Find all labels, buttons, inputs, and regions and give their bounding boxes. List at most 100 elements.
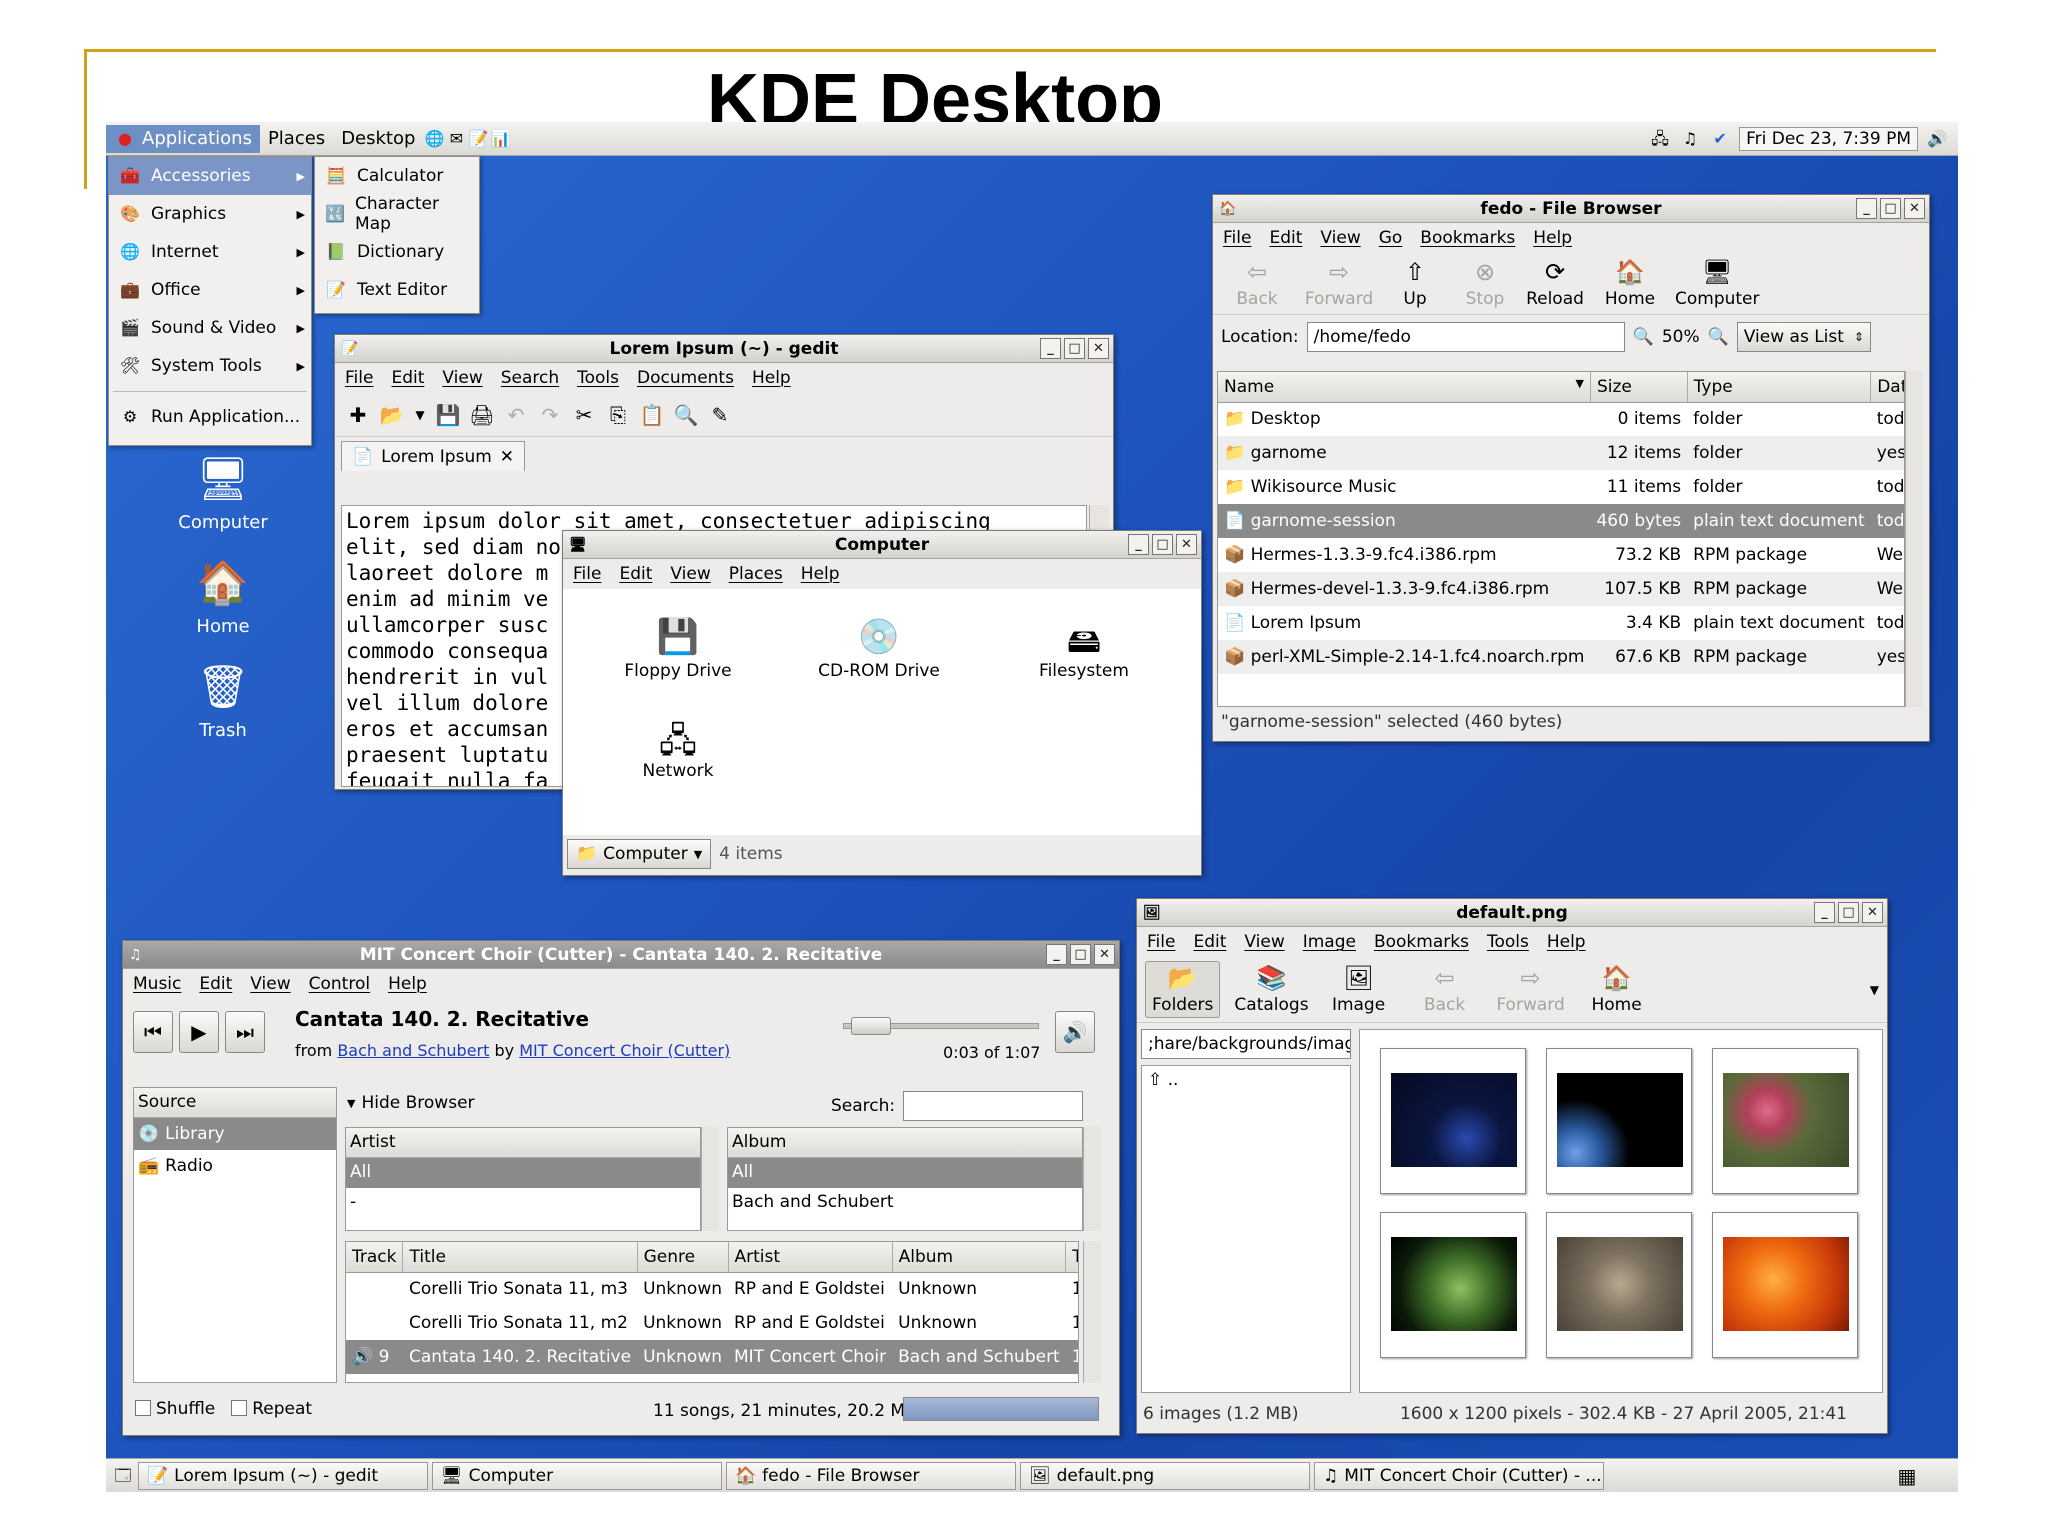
minimize-button[interactable]: _ [1040, 338, 1061, 359]
volume-button[interactable]: 🔊 [1055, 1011, 1095, 1053]
minimize-button[interactable]: _ [1128, 534, 1149, 555]
music-note-icon[interactable]: ♫ [1679, 128, 1701, 150]
cdrom-drive-item[interactable]: 💿 CD-ROM Drive [799, 617, 959, 681]
workspace-switcher-icon[interactable]: ▦ [1896, 1465, 1918, 1487]
close-button[interactable]: ✕ [1088, 338, 1109, 359]
zoom-level[interactable]: 50% [1662, 327, 1700, 347]
track-row[interactable]: Corelli Trio Sonata 11, m2 Unknown RP and … [346, 1306, 1078, 1340]
desktop-icon-trash[interactable]: 🗑 Trash [168, 660, 278, 741]
filesystem-item[interactable]: 🖴 Filesystem [1019, 617, 1149, 681]
source-header[interactable]: Source [134, 1088, 336, 1118]
maximize-button[interactable]: □ [1880, 198, 1901, 219]
location-combo[interactable]: 📁 Computer ▼ [567, 839, 712, 869]
document-tab[interactable]: 📄 Lorem Ipsum ✕ [341, 441, 526, 471]
column-name[interactable]: Name ▼ [1218, 372, 1591, 403]
menu-view[interactable]: View [442, 368, 482, 388]
file-row[interactable]: 📁 Wikisource Music11 itemsfoldertoday at… [1218, 470, 1904, 504]
close-button[interactable]: ✕ [1094, 944, 1115, 965]
close-tab-icon[interactable]: ✕ [500, 447, 514, 467]
menu-item-system-tools[interactable]: 🛠 System Tools ▶ [109, 347, 311, 385]
menu-documents[interactable]: Documents [637, 368, 734, 388]
print-icon[interactable]: 🖨 [467, 400, 497, 430]
file-row[interactable]: 📁 Desktop0 itemsfoldertoday at 6:4 [1218, 402, 1904, 436]
menu-view[interactable]: View [250, 974, 290, 994]
file-browser-titlebar[interactable]: 🏠 fedo - File Browser _ □ ✕ [1213, 195, 1929, 223]
task-image-viewer[interactable]: 🖼 default.png [1020, 1461, 1310, 1490]
file-row[interactable]: 📄 Lorem Ipsum 3.4 KB plain text document to… [1218, 606, 1904, 640]
menu-help[interactable]: Help [1533, 228, 1572, 248]
column-genre[interactable]: Genre [637, 1242, 729, 1273]
thumbnail[interactable] [1546, 1212, 1692, 1358]
thumbnail[interactable] [1712, 1212, 1858, 1358]
close-button[interactable]: ✕ [1904, 198, 1925, 219]
menu-help[interactable]: Help [801, 564, 840, 584]
desktop-icon-home[interactable]: 🏠 Home [168, 556, 278, 637]
home-button[interactable]: 🏠 Home [1581, 964, 1653, 1015]
music-player-titlebar[interactable]: ♫ MIT Concert Choir (Cutter) - Cantata 1… [123, 941, 1119, 969]
menu-tools[interactable]: Tools [1487, 932, 1529, 952]
copy-icon[interactable]: ⎘ [603, 400, 633, 430]
home-button[interactable]: 🏠 Home [1595, 258, 1665, 309]
web-browser-launcher-icon[interactable]: 🌐 [423, 128, 445, 150]
menu-go[interactable]: Go [1379, 228, 1403, 248]
play-button[interactable]: ▶ [179, 1011, 219, 1053]
image-viewer-titlebar[interactable]: 🖼 default.png _ □ ✕ [1137, 899, 1887, 927]
minimize-button[interactable]: _ [1856, 198, 1877, 219]
desktop-menu[interactable]: Desktop [333, 125, 423, 152]
menu-item-calculator[interactable]: 🧮 Calculator [315, 157, 479, 195]
previous-track-button[interactable]: ⏮ [133, 1011, 173, 1053]
album-row-selected[interactable]: All [728, 1158, 1082, 1188]
track-row-playing[interactable]: 🔊 9 Cantata 140. 2. Recitative Unknown MIT … [346, 1340, 1078, 1374]
folder-path-input[interactable]: ;hare/backgrounds/images [1141, 1029, 1351, 1059]
zoom-out-icon[interactable]: 🔍 [1633, 327, 1654, 347]
maximize-button[interactable]: □ [1064, 338, 1085, 359]
task-gedit[interactable]: 📝 Lorem Ipsum (~) - gedit [138, 1461, 428, 1490]
menu-file[interactable]: File [345, 368, 373, 388]
file-row[interactable]: 📦 Hermes-1.3.3-9.fc4.i386.rpm 73.2 KB RPM … [1218, 538, 1904, 572]
gedit-titlebar[interactable]: 📝 Lorem Ipsum (~) - gedit _ □ ✕ [335, 335, 1113, 363]
track-scrollbar[interactable] [1083, 1241, 1101, 1383]
column-album[interactable]: Album [892, 1242, 1067, 1273]
show-desktop-icon[interactable]: 🗔 [112, 1465, 134, 1487]
network-item[interactable]: 🖧 Network [613, 717, 743, 781]
album-link[interactable]: Bach and Schubert [337, 1041, 489, 1060]
menu-bookmarks[interactable]: Bookmarks [1374, 932, 1469, 952]
save-icon[interactable]: 💾 [433, 400, 463, 430]
menu-view[interactable]: View [1320, 228, 1360, 248]
menu-item-character-map[interactable]: 🔣 Character Map [315, 194, 479, 234]
toolbar-overflow-chevron-icon[interactable]: ▼ [1870, 983, 1879, 997]
menu-places[interactable]: Places [729, 564, 783, 584]
maximize-button[interactable]: □ [1838, 902, 1859, 923]
menu-edit[interactable]: Edit [1269, 228, 1302, 248]
column-title[interactable]: Title [402, 1242, 638, 1273]
menu-help[interactable]: Help [752, 368, 791, 388]
menu-control[interactable]: Control [309, 974, 370, 994]
stop-button[interactable]: ⊗ Stop [1455, 258, 1515, 309]
computer-button[interactable]: 🖥 Computer [1675, 258, 1760, 309]
up-button[interactable]: ⇧ Up [1385, 258, 1445, 309]
open-dropdown-icon[interactable]: ▼ [411, 400, 429, 430]
location-input[interactable]: /home/fedo [1306, 322, 1625, 352]
column-artist[interactable]: Artist [728, 1242, 893, 1273]
album-row[interactable]: Bach and Schubert [728, 1188, 1082, 1218]
menu-item-graphics[interactable]: 🎨 Graphics ▶ [109, 195, 311, 233]
network-monitor-icon[interactable]: 🖧 [1649, 128, 1671, 150]
task-music-player[interactable]: ♫ MIT Concert Choir (Cutter) - ... [1314, 1461, 1604, 1490]
catalogs-button[interactable]: 📚 Catalogs [1234, 964, 1308, 1015]
update-check-icon[interactable]: ✔ [1709, 128, 1731, 150]
menu-view[interactable]: View [670, 564, 710, 584]
task-file-browser[interactable]: 🏠 fedo - File Browser [726, 1461, 1016, 1490]
menu-file[interactable]: File [1223, 228, 1251, 248]
seek-slider[interactable] [843, 1017, 1039, 1035]
places-menu[interactable]: Places [260, 125, 333, 152]
parent-folder-item[interactable]: ⇧ .. [1148, 1070, 1344, 1090]
thumbnail[interactable] [1712, 1048, 1858, 1194]
folders-button[interactable]: 📂 Folders [1145, 961, 1221, 1018]
menu-help[interactable]: Help [1547, 932, 1586, 952]
computer-titlebar[interactable]: 🖥 Computer _ □ ✕ [563, 531, 1201, 559]
file-row[interactable]: 📁 garnome12 itemsfolderyesterday a [1218, 436, 1904, 470]
view-mode-select[interactable]: View as List ⇕ [1736, 322, 1871, 352]
hide-browser-toggle[interactable]: ▼ Hide Browser [347, 1093, 475, 1113]
menu-help[interactable]: Help [388, 974, 427, 994]
close-button[interactable]: ✕ [1176, 534, 1197, 555]
